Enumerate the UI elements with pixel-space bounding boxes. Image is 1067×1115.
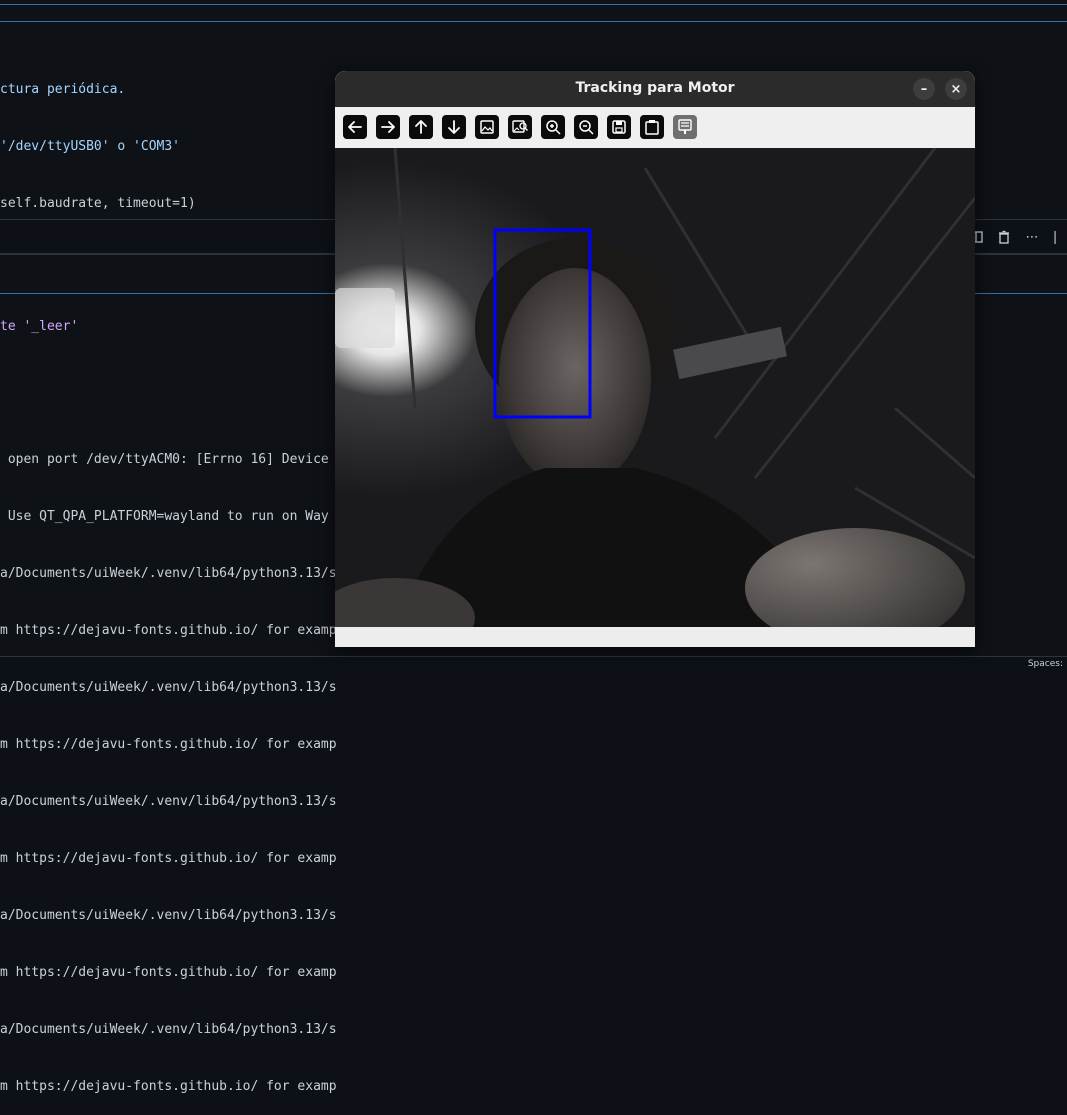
arrow-right-icon[interactable] bbox=[376, 115, 400, 139]
camera-frame-image bbox=[335, 148, 975, 627]
save-icon[interactable] bbox=[607, 115, 631, 139]
divider-line bbox=[0, 21, 1067, 22]
window-toolbar bbox=[335, 108, 975, 146]
terminal-line: a/Documents/uiWeek/.venv/lib64/python3.1… bbox=[0, 794, 337, 809]
status-bar: Spaces: bbox=[0, 656, 1067, 669]
code-line: ctura periódica. bbox=[0, 82, 126, 97]
terminal-line: a/Documents/uiWeek/.venv/lib64/python3.1… bbox=[0, 680, 337, 695]
code-line: self.baudrate, timeout=1) bbox=[0, 196, 196, 211]
window-titlebar[interactable]: Tracking para Motor – × bbox=[335, 71, 975, 107]
image-icon[interactable] bbox=[475, 115, 499, 139]
tracking-window: Tracking para Motor – × bbox=[335, 71, 975, 647]
camera-feed bbox=[335, 148, 975, 627]
arrow-down-icon[interactable] bbox=[442, 115, 466, 139]
terminal-line: a/Documents/uiWeek/.venv/lib64/python3.1… bbox=[0, 566, 337, 581]
arrow-left-icon[interactable] bbox=[343, 115, 367, 139]
terminal-line: Use QT_QPA_PLATFORM=wayland to run on Wa… bbox=[0, 509, 329, 524]
chevron-icon[interactable]: | bbox=[1053, 230, 1057, 244]
debug-output-line: te '_leer' bbox=[0, 319, 79, 334]
terminal-line: m https://dejavu-fonts.github.io/ for ex… bbox=[0, 623, 337, 638]
terminal-line: open port /dev/ttyACM0: [Errno 16] Devic… bbox=[0, 452, 329, 467]
zoom-in-icon[interactable] bbox=[541, 115, 565, 139]
close-button[interactable]: × bbox=[945, 78, 967, 100]
clipboard-icon[interactable] bbox=[640, 115, 664, 139]
properties-icon[interactable] bbox=[673, 115, 697, 139]
divider-line bbox=[0, 4, 1067, 5]
minimize-button[interactable]: – bbox=[913, 78, 935, 100]
terminal-line: m https://dejavu-fonts.github.io/ for ex… bbox=[0, 1079, 337, 1094]
terminal-line: a/Documents/uiWeek/.venv/lib64/python3.1… bbox=[0, 1022, 337, 1037]
terminal-line: m https://dejavu-fonts.github.io/ for ex… bbox=[0, 965, 337, 980]
code-line: '/dev/ttyUSB0' o 'COM3' bbox=[0, 139, 181, 154]
panel-actions: ⋯ | bbox=[969, 230, 1057, 245]
trash-icon[interactable] bbox=[997, 230, 1011, 244]
terminal-line: m https://dejavu-fonts.github.io/ for ex… bbox=[0, 737, 337, 752]
arrow-up-icon[interactable] bbox=[409, 115, 433, 139]
terminal-output: open port /dev/ttyACM0: [Errno 16] Devic… bbox=[0, 412, 337, 1115]
image-search-icon[interactable] bbox=[508, 115, 532, 139]
more-icon[interactable]: ⋯ bbox=[1025, 230, 1039, 245]
window-title: Tracking para Motor bbox=[575, 80, 735, 96]
zoom-out-icon[interactable] bbox=[574, 115, 598, 139]
terminal-line: a/Documents/uiWeek/.venv/lib64/python3.1… bbox=[0, 908, 337, 923]
terminal-line: m https://dejavu-fonts.github.io/ for ex… bbox=[0, 851, 337, 866]
status-spaces[interactable]: Spaces: bbox=[1028, 659, 1063, 669]
window-statusbar bbox=[335, 627, 975, 647]
